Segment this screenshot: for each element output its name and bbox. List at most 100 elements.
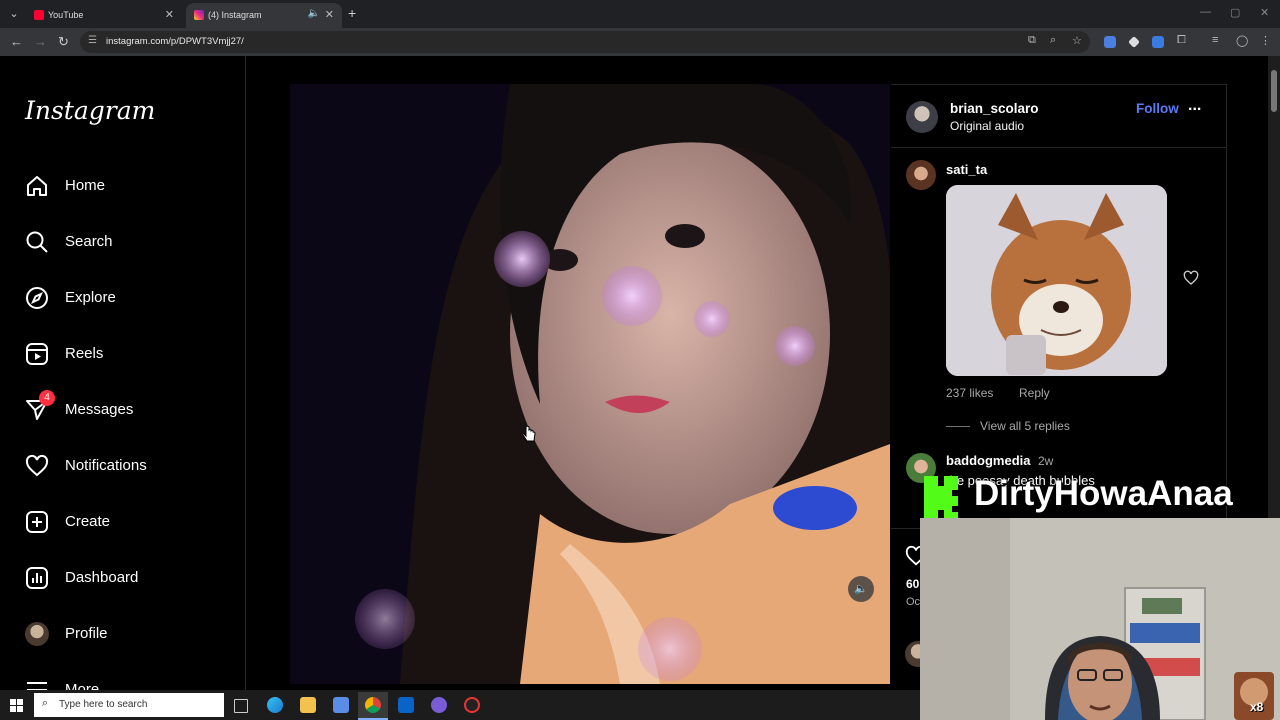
menu-dots-icon[interactable]: ⋮ xyxy=(1260,34,1271,47)
reels-icon xyxy=(26,343,48,365)
back-arrow-icon[interactable]: ← xyxy=(10,34,23,49)
translate-extension-icon[interactable] xyxy=(1104,36,1116,48)
search-icon xyxy=(26,231,48,253)
instagram-sidebar: Instagram Home Search Explore Reels 4 Me… xyxy=(0,56,246,690)
reload-icon[interactable]: ↻ xyxy=(58,34,69,50)
nav-label: Home xyxy=(65,177,106,194)
task-view-icon[interactable] xyxy=(234,699,248,713)
plus-square-icon xyxy=(26,511,48,533)
tab-search-button[interactable]: ⌄ xyxy=(6,6,22,22)
new-tab-button[interactable]: + xyxy=(348,5,356,21)
compass-icon xyxy=(26,287,48,309)
media-control-icon[interactable]: ≡ xyxy=(1212,34,1218,46)
extension-icon[interactable] xyxy=(1128,36,1140,48)
comment-likes[interactable]: 237 likes xyxy=(946,386,993,400)
extension-icon[interactable] xyxy=(1152,36,1164,48)
scrollbar-thumb[interactable] xyxy=(1271,70,1277,112)
nav-profile[interactable]: Profile xyxy=(25,620,235,650)
close-tab-icon[interactable]: ✕ xyxy=(165,8,174,21)
instagram-logo[interactable]: Instagram xyxy=(25,96,155,125)
file-explorer-icon[interactable] xyxy=(300,697,316,713)
nav-dashboard[interactable]: Dashboard xyxy=(25,564,235,594)
edge-icon[interactable] xyxy=(267,697,283,713)
url-text[interactable]: instagram.com/p/DPWT3Vmjj27/ xyxy=(106,36,244,47)
nav-explore[interactable]: Explore xyxy=(25,284,235,314)
webcam-overlay: x8 xyxy=(920,518,1280,720)
unread-badge: 4 xyxy=(39,390,55,406)
site-info-icon[interactable]: ☰ xyxy=(88,35,97,46)
obs-icon[interactable] xyxy=(464,697,480,713)
close-tab-icon[interactable]: ✕ xyxy=(325,8,334,21)
nav-messages[interactable]: 4 Messages xyxy=(25,390,235,426)
app-icon[interactable] xyxy=(431,697,447,713)
comment-username[interactable]: sati_ta xyxy=(946,162,987,177)
follow-button[interactable]: Follow xyxy=(1136,101,1179,116)
emote-count: x8 xyxy=(1250,700,1264,714)
address-toolbar: ← → ↻ ☰ instagram.com/p/DPWT3Vmjj27/ ⧉ ⌕… xyxy=(0,28,1280,56)
webcam-feed xyxy=(920,518,1280,720)
channel-name: DirtyHowaAnaa xyxy=(974,474,1233,513)
comment-username[interactable]: baddogmedia xyxy=(946,453,1031,468)
chrome-icon[interactable] xyxy=(365,697,381,713)
nav-label: Dashboard xyxy=(65,569,139,586)
post-video[interactable]: 🔈 xyxy=(290,84,890,684)
nav-label: Create xyxy=(65,513,111,530)
youtube-icon xyxy=(34,10,44,20)
nav-label: More xyxy=(65,681,100,690)
kick-logo-icon xyxy=(924,476,958,520)
nav-home[interactable]: Home xyxy=(25,172,235,202)
video-frame xyxy=(290,84,890,684)
nav-search[interactable]: Search xyxy=(25,228,235,258)
comment-avatar[interactable] xyxy=(906,160,936,190)
taskbar-search[interactable]: ⌕ Type here to search xyxy=(34,693,224,717)
hand-cursor-icon xyxy=(522,426,536,442)
nav-label: Profile xyxy=(65,625,108,642)
heart-icon xyxy=(25,454,49,477)
cast-icon[interactable]: ⧉ xyxy=(1028,34,1036,47)
nav-label: Explore xyxy=(65,289,116,306)
nav-label: Notifications xyxy=(65,457,147,474)
author-avatar[interactable] xyxy=(906,101,938,133)
audio-label[interactable]: Original audio xyxy=(950,119,1024,133)
more-options-icon[interactable]: ... xyxy=(1188,97,1201,115)
forward-arrow-icon[interactable]: → xyxy=(34,34,47,49)
tab-instagram[interactable]: (4) Instagram 🔈 ✕ xyxy=(186,3,342,28)
tab-youtube[interactable]: YouTube ✕ xyxy=(26,3,182,28)
nav-notifications[interactable]: Notifications xyxy=(25,452,235,482)
puzzle-icon[interactable]: ⧠ xyxy=(1177,34,1186,47)
home-icon xyxy=(27,176,47,196)
mute-toggle-icon[interactable]: 🔈 xyxy=(848,576,874,602)
bookmark-star-icon[interactable]: ☆ xyxy=(1072,34,1082,47)
instagram-icon xyxy=(194,10,204,20)
comment-timestamp: 2w xyxy=(1038,454,1054,468)
menu-icon xyxy=(27,682,47,690)
minimize-icon[interactable]: — xyxy=(1200,6,1211,18)
browser-tab-strip: ⌄ YouTube ✕ (4) Instagram 🔈 ✕ + — ▢ ✕ xyxy=(0,0,1280,28)
windows-start-icon[interactable] xyxy=(10,699,23,712)
reply-button[interactable]: Reply xyxy=(1019,386,1050,400)
close-window-icon[interactable]: ✕ xyxy=(1260,6,1269,19)
address-bar[interactable]: ☰ instagram.com/p/DPWT3Vmjj27/ xyxy=(80,31,1090,53)
nav-label: Search xyxy=(65,233,113,250)
comments-list: sati_ta 237 likes Reply View all 5 repli… xyxy=(891,148,1226,528)
nav-more[interactable]: More xyxy=(25,676,235,690)
comment-gif[interactable] xyxy=(946,185,1167,376)
like-comment-heart-icon[interactable] xyxy=(1183,270,1199,286)
avatar xyxy=(25,622,49,646)
view-replies-button[interactable]: View all 5 replies xyxy=(980,419,1070,433)
nav-reels[interactable]: Reels xyxy=(25,340,235,370)
nav-label: Reels xyxy=(65,345,104,362)
nav-create[interactable]: Create xyxy=(25,508,235,538)
nav-label: Messages xyxy=(65,401,134,418)
tab-title: (4) Instagram xyxy=(208,10,262,20)
author-username[interactable]: brian_scolaro xyxy=(950,101,1039,116)
post-header: brian_scolaro Original audio Follow ... xyxy=(891,85,1226,148)
speaker-icon[interactable]: 🔈 xyxy=(308,8,320,19)
search-icon: ⌕ xyxy=(42,697,49,709)
maximize-icon[interactable]: ▢ xyxy=(1230,6,1240,19)
likes-count[interactable]: 60 xyxy=(906,577,919,591)
outlook-icon[interactable] xyxy=(398,697,414,713)
zoom-icon[interactable]: ⌕ xyxy=(1050,34,1056,47)
profile-icon[interactable]: ◯ xyxy=(1236,34,1248,47)
store-icon[interactable] xyxy=(333,697,349,713)
